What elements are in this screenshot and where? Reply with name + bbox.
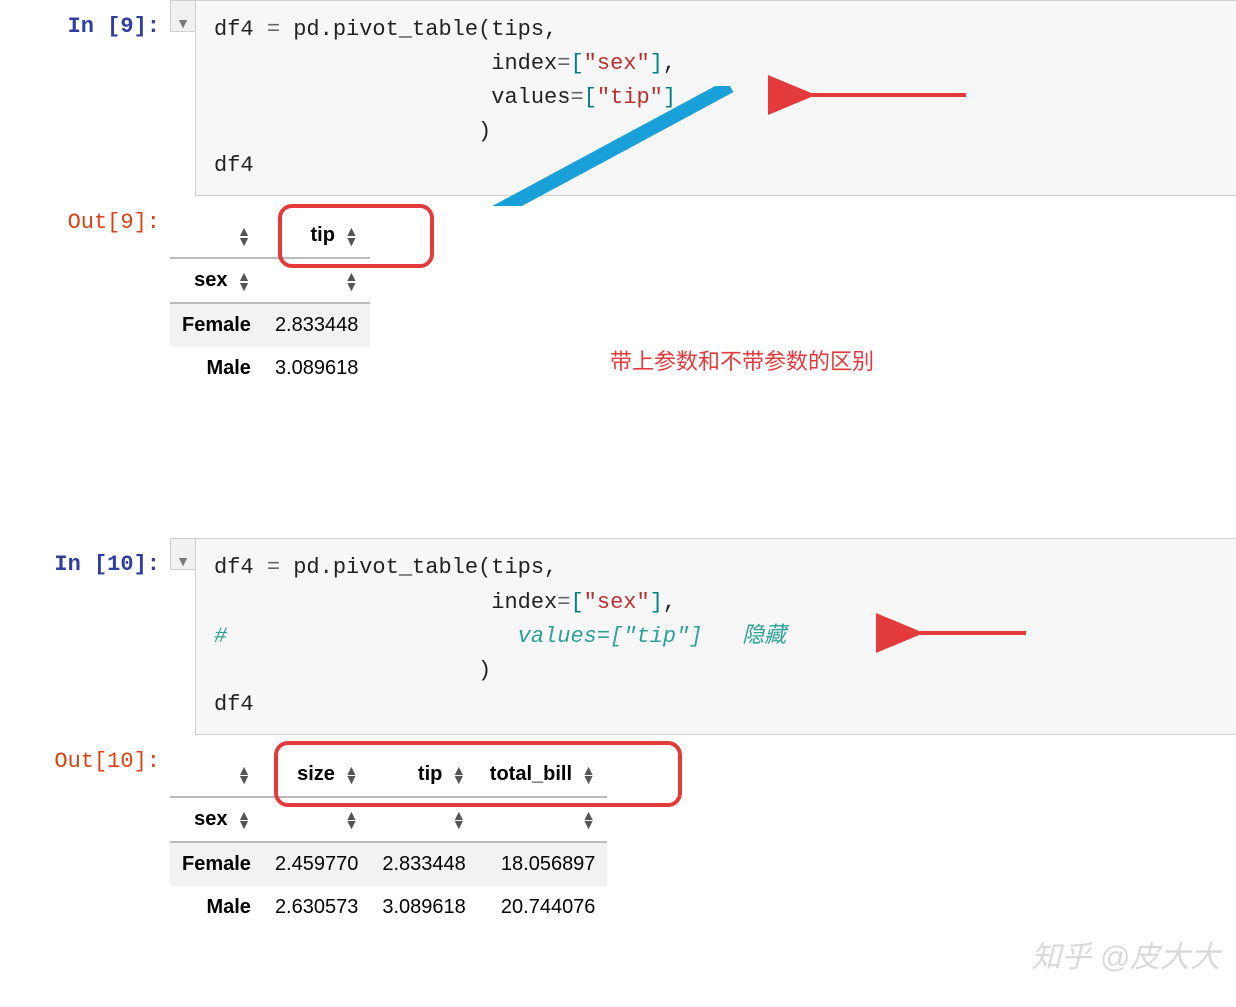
blank-header[interactable]: [370, 797, 477, 842]
output-area: size tip total_bill sex Female 2.45: [170, 735, 1236, 1007]
input-cell-9: In [9]: ▼ df4 = pd.pivot_table(tips, ind…: [0, 0, 1236, 196]
sort-icon: [345, 272, 359, 290]
annotation-text: 带上参数和不带参数的区别: [610, 344, 874, 376]
table-row: Female 2.459770 2.833448 18.056897: [170, 842, 607, 886]
blank-header[interactable]: [263, 258, 370, 303]
table-row: Female 2.833448: [170, 303, 370, 347]
column-header-size[interactable]: size: [263, 753, 370, 797]
table-header-row: tip: [170, 214, 370, 258]
chevron-down-icon: ▼: [176, 553, 190, 569]
blank-header[interactable]: [170, 214, 263, 258]
sort-icon: [237, 272, 251, 290]
blank-header[interactable]: [478, 797, 608, 842]
row-index: Female: [170, 303, 263, 347]
input-prompt: In [10]:: [0, 538, 170, 577]
row-index: Male: [170, 347, 263, 390]
sort-icon: [237, 766, 251, 784]
dataframe-table: tip sex Female 2.833448 Male 3.089618: [170, 214, 370, 390]
code-input[interactable]: df4 = pd.pivot_table(tips, index=["sex"]…: [195, 0, 1236, 196]
row-index: Male: [170, 886, 263, 929]
sort-icon: [345, 811, 359, 829]
output-prompt: Out[10]:: [0, 735, 170, 774]
table-row: Male 2.630573 3.089618 20.744076: [170, 886, 607, 929]
sort-icon: [237, 811, 251, 829]
table-header-row: size tip total_bill: [170, 753, 607, 797]
sort-icon: [345, 227, 359, 245]
cell-collapser[interactable]: ▼: [170, 538, 195, 570]
cell-value: 3.089618: [370, 886, 477, 929]
cell-value: 3.089618: [263, 347, 370, 390]
sort-icon: [582, 766, 596, 784]
index-header-row: sex: [170, 797, 607, 842]
sort-icon: [582, 811, 596, 829]
sort-icon: [452, 811, 466, 829]
sort-icon: [237, 227, 251, 245]
output-cell-9: Out[9]: tip sex: [0, 196, 1236, 468]
input-cell-10: In [10]: ▼ df4 = pd.pivot_table(tips, in…: [0, 538, 1236, 734]
sort-icon: [345, 766, 359, 784]
blank-header[interactable]: [263, 797, 370, 842]
code-input[interactable]: df4 = pd.pivot_table(tips, index=["sex"]…: [195, 538, 1236, 734]
cell-value: 2.833448: [263, 303, 370, 347]
row-index: Female: [170, 842, 263, 886]
index-name-header[interactable]: sex: [170, 258, 263, 303]
blank-header[interactable]: [170, 753, 263, 797]
output-prompt: Out[9]:: [0, 196, 170, 235]
table-row: Male 3.089618: [170, 347, 370, 390]
dataframe-table: size tip total_bill sex Female 2.45: [170, 753, 607, 929]
column-header-tip[interactable]: tip: [263, 214, 370, 258]
cell-value: 18.056897: [478, 842, 608, 886]
cell-value: 2.630573: [263, 886, 370, 929]
chevron-down-icon: ▼: [176, 15, 190, 31]
cell-value: 20.744076: [478, 886, 608, 929]
cell-value: 2.833448: [370, 842, 477, 886]
output-area: tip sex Female 2.833448 Male 3.089618: [170, 196, 1236, 468]
cell-collapser[interactable]: ▼: [170, 0, 195, 32]
index-name-header[interactable]: sex: [170, 797, 263, 842]
index-header-row: sex: [170, 258, 370, 303]
column-header-total-bill[interactable]: total_bill: [478, 753, 608, 797]
column-header-tip[interactable]: tip: [370, 753, 477, 797]
cell-value: 2.459770: [263, 842, 370, 886]
output-cell-10: Out[10]: size tip total_bill sex: [0, 735, 1236, 1007]
sort-icon: [452, 766, 466, 784]
input-prompt: In [9]:: [0, 0, 170, 39]
